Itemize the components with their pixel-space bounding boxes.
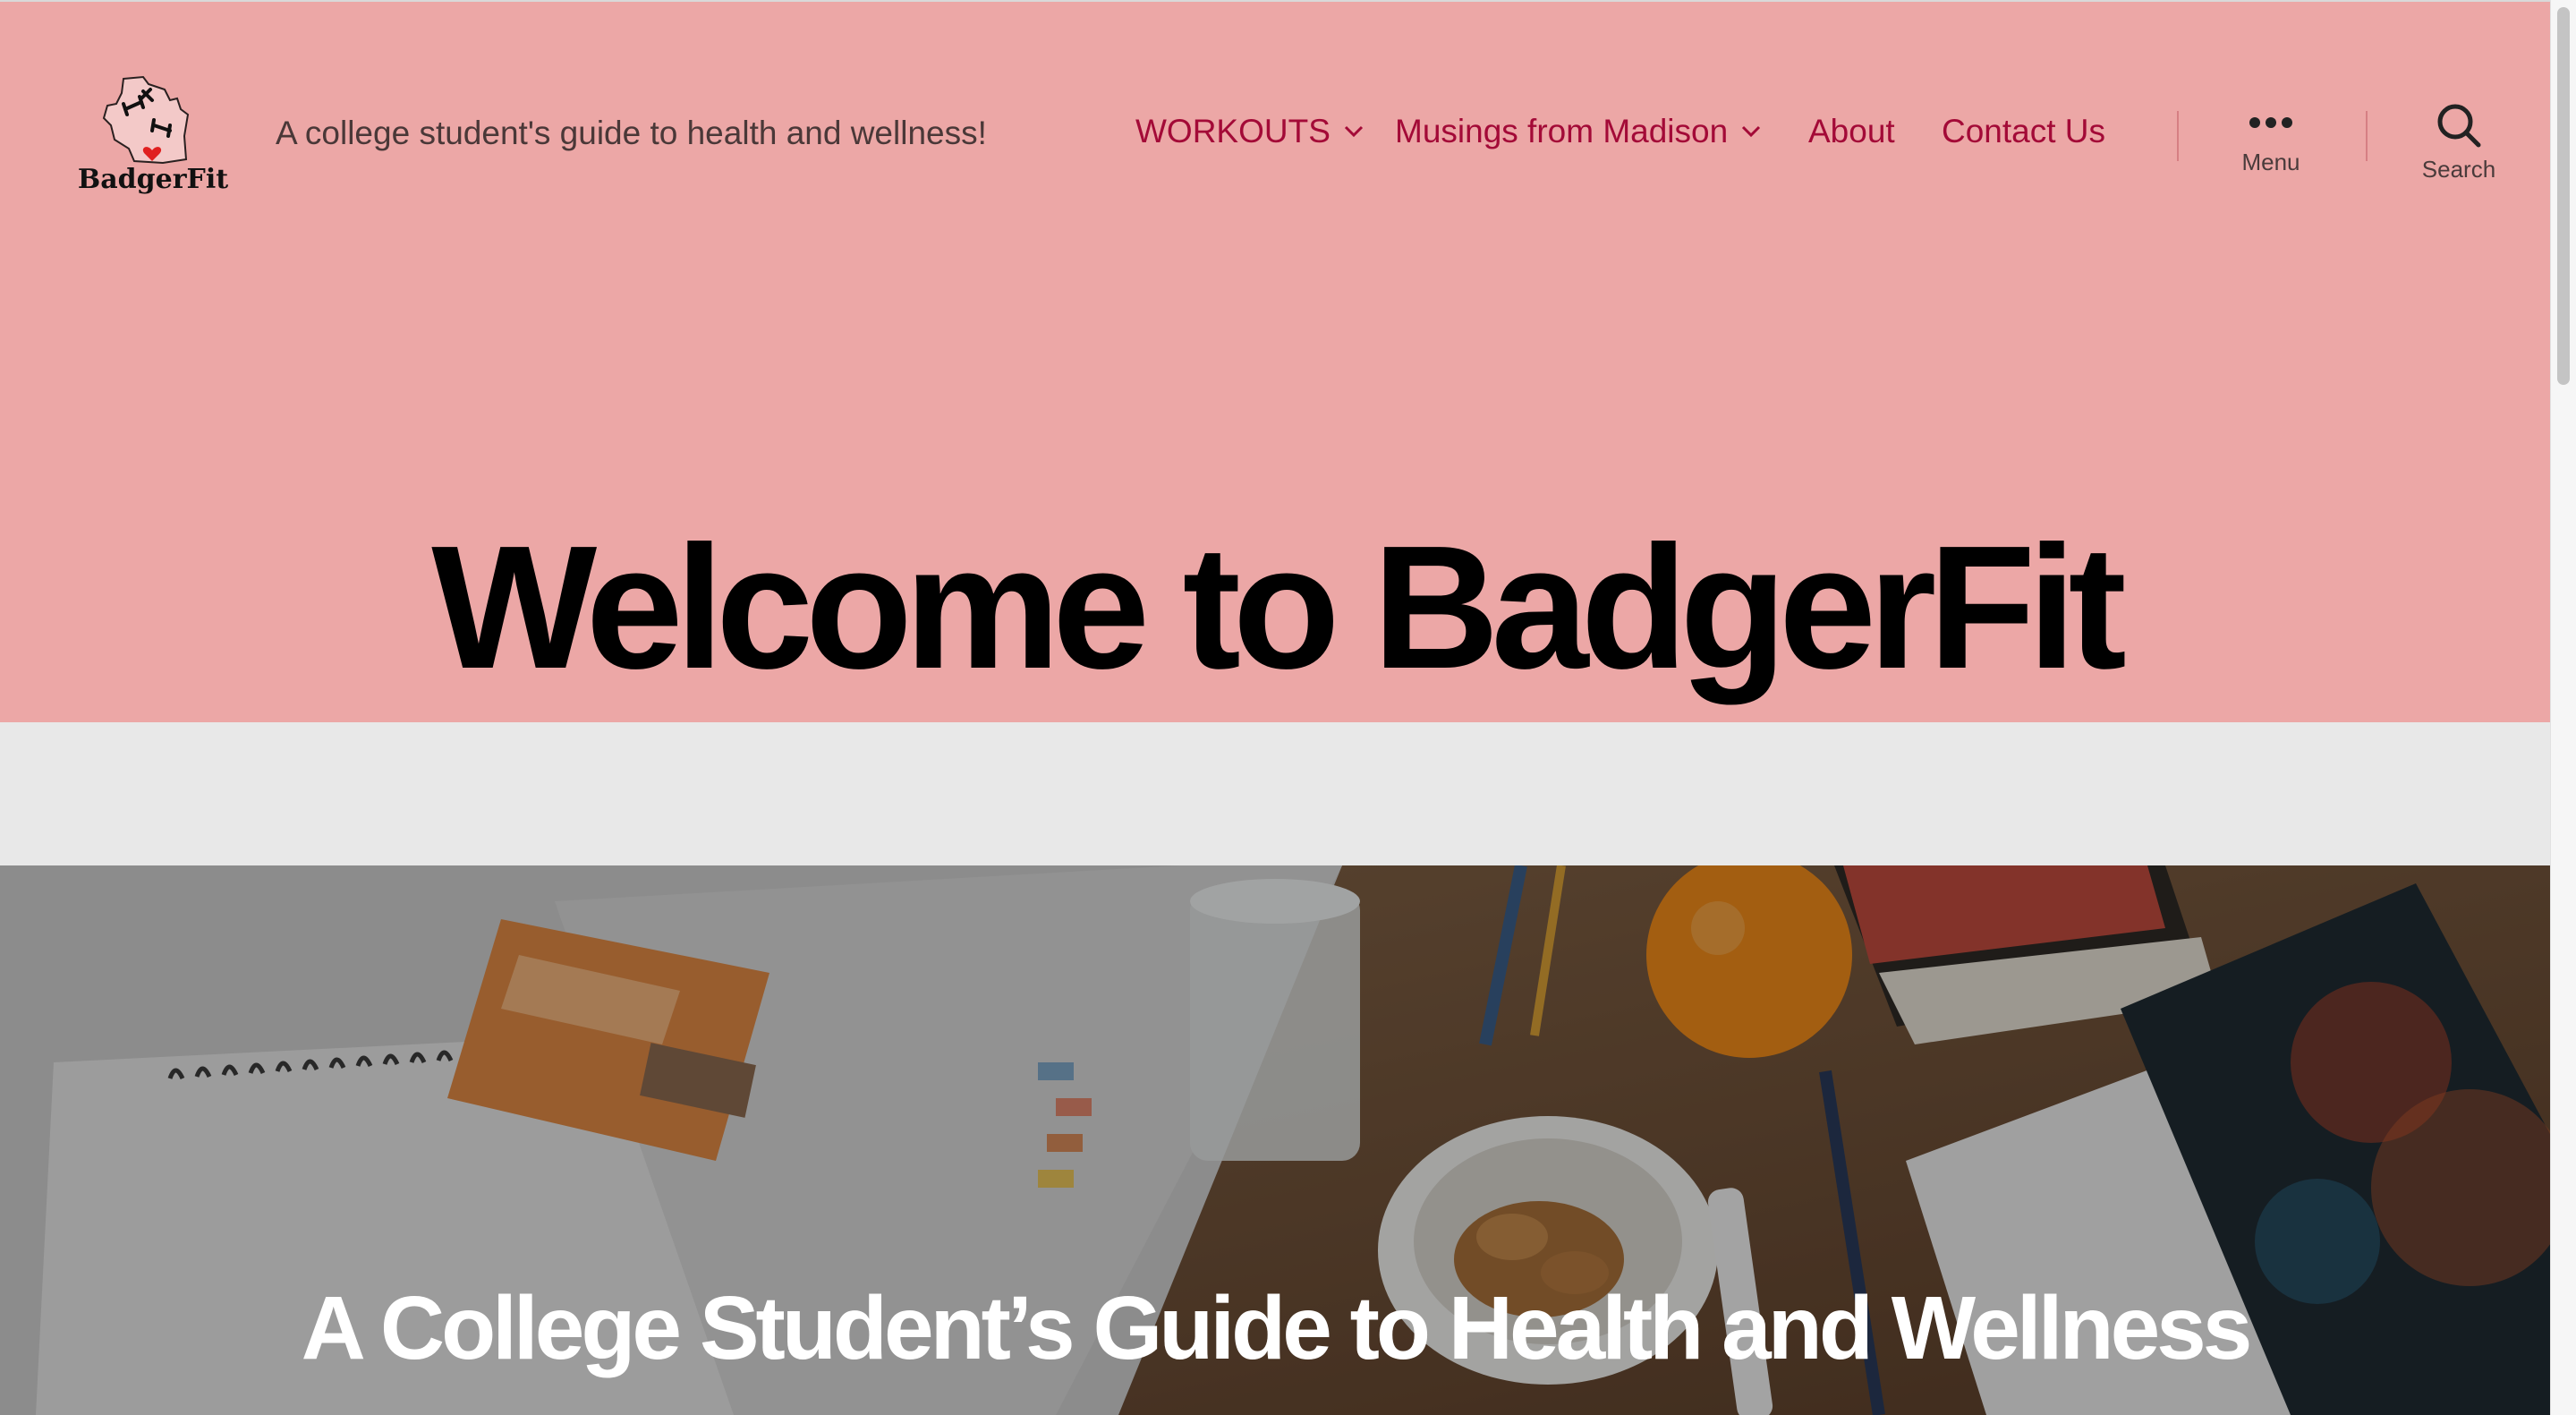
logo-text: BadgerFit bbox=[78, 164, 228, 195]
page: BadgerFit A college student's guide to h… bbox=[0, 0, 2550, 1415]
badgerfit-logo-icon: BadgerFit bbox=[78, 75, 228, 195]
hero-title: Welcome to BadgerFit bbox=[431, 509, 2127, 706]
nav-item-about[interactable]: About bbox=[1808, 113, 1895, 150]
chevron-down-icon[interactable] bbox=[1740, 120, 1762, 141]
site-logo[interactable]: BadgerFit bbox=[77, 73, 229, 199]
scrollbar-thumb[interactable] bbox=[2557, 7, 2570, 385]
nav-item-musings-from-madison[interactable]: Musings from Madison bbox=[1395, 113, 1762, 150]
nav-item-label: Musings from Madison bbox=[1395, 113, 1729, 149]
menu-toggle-button[interactable]: Menu bbox=[2199, 109, 2342, 176]
page-scrollbar[interactable] bbox=[2550, 0, 2576, 1415]
toggle-divider bbox=[2177, 111, 2179, 161]
search-icon bbox=[2437, 104, 2481, 148]
chevron-down-icon[interactable] bbox=[1343, 120, 1365, 141]
nav-item-label: WORKOUTS bbox=[1135, 113, 1331, 149]
nav-item-label: Contact Us bbox=[1942, 113, 2106, 149]
toggle-divider bbox=[2366, 111, 2368, 161]
ellipsis-icon bbox=[2249, 117, 2292, 128]
nav-item-workouts[interactable]: WORKOUTS bbox=[1135, 113, 1365, 150]
site-tagline: A college student's guide to health and … bbox=[276, 115, 987, 151]
menu-label: Menu bbox=[2241, 149, 2300, 175]
nav-item-contact-us[interactable]: Contact Us bbox=[1942, 113, 2105, 150]
site-header: BadgerFit A college student's guide to h… bbox=[0, 0, 2550, 722]
search-label: Search bbox=[2421, 156, 2496, 183]
nav-item-label: About bbox=[1808, 113, 1895, 149]
cover-title: A College Student’s Guide to Health and … bbox=[301, 1278, 2253, 1378]
search-toggle-button[interactable]: Search bbox=[2387, 104, 2530, 183]
